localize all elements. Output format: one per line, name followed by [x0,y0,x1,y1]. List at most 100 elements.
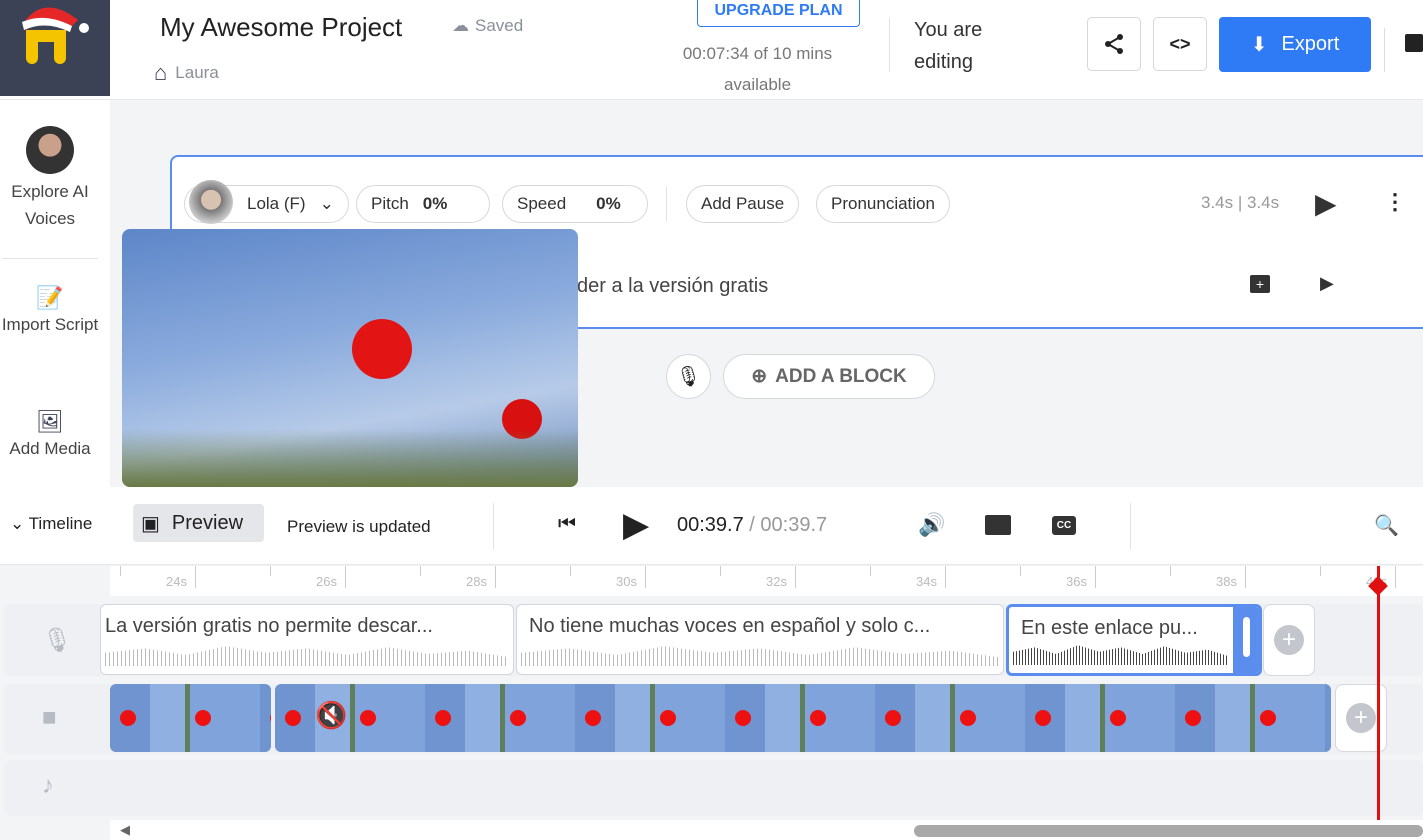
ruler-tick [1245,566,1246,588]
divider [493,503,494,549]
muted-icon[interactable]: 🔇 [315,700,347,731]
poppy-thumbnail [120,710,136,726]
breadcrumb[interactable]: ⌂ Laura [154,60,219,86]
play-block-button[interactable]: ▶ [1315,187,1337,220]
poppy-image [352,319,412,379]
divider [1130,503,1131,549]
ruler-tick [420,566,421,576]
play-button[interactable]: ▶ [623,505,649,545]
audio-clip[interactable]: La versión gratis no permite descar... [100,604,514,675]
export-button[interactable]: ⬇ Export [1219,17,1371,72]
ruler-tick [870,566,871,576]
closed-captions-icon[interactable]: CC [1052,516,1076,535]
monitor-play-icon: ▣ [141,512,160,535]
time-display: 00:39.7 / 00:39.7 [677,514,828,536]
media-icon: 🖼 [36,409,64,434]
video-clip[interactable]: 🔇 [275,684,1331,752]
record-voice-button[interactable]: 🎙 [666,354,711,399]
video-preview[interactable] [122,229,578,487]
block-duration: 3.4s | 3.4s [1201,193,1280,212]
ruler-tick [645,566,646,588]
home-icon: ⌂ [154,60,168,85]
divider [666,187,667,221]
poppy-thumbnail [585,710,601,726]
share-button[interactable] [1087,17,1141,71]
poppy-thumbnail [285,710,301,726]
ruler-label: 34s [916,574,937,589]
comment-icon[interactable] [1405,34,1423,52]
music-note-icon: ♪ [42,772,54,799]
poppy-thumbnail [885,710,901,726]
ruler-tick [570,566,571,576]
resize-handle[interactable] [1233,607,1259,673]
scrollbar-thumb[interactable] [914,825,1423,837]
ruler-tick [1395,566,1396,588]
cloud-check-icon: ☁ [452,16,469,35]
more-options-icon[interactable]: ⋮ [1384,189,1406,215]
audio-clip-selected[interactable]: En este enlace pu... [1006,604,1262,676]
add-comment-icon[interactable]: + [1250,275,1270,293]
ruler-tick [195,566,196,588]
clapperboard-icon[interactable] [985,515,1011,535]
plus-circle-icon: ⊕ [751,366,768,387]
audio-clip[interactable]: No tiene muchas voces en español y solo … [516,604,1004,675]
poppy-thumbnail [435,710,451,726]
horizontal-scrollbar[interactable]: ◀ [110,820,1423,840]
embed-code-button[interactable]: <> [1153,17,1207,71]
sidebar-item-explore-ai-voices[interactable]: Explore AI Voices [0,126,100,232]
code-icon: <> [1169,33,1191,54]
ruler-label: 32s [766,574,787,589]
microphone-icon: 🎙 [42,627,73,654]
app-logo[interactable] [0,0,110,96]
ruler-tick [720,566,721,576]
sidebar-item-import-script[interactable]: 📝 Import Script [0,284,100,338]
play-sentence-button[interactable]: ▶ [1320,273,1334,294]
preview-toggle[interactable]: ▣ Preview [133,504,264,542]
project-title[interactable]: My Awesome Project [160,12,402,43]
pitch-control[interactable]: Pitch 0% [356,185,490,223]
ruler-label: 28s [466,574,487,589]
waveform [521,646,999,666]
video-camera-icon: ■ [42,704,57,731]
poppy-thumbnail [510,710,526,726]
voice-avatar [189,180,233,224]
block-text[interactable]: der a la versión gratis [577,275,768,298]
zoom-icon[interactable]: 🔍 [1374,513,1399,538]
usage-text: 00:07:34 of 10 mins available [682,44,833,94]
scroll-left-arrow[interactable]: ◀ [120,822,130,838]
volume-icon[interactable]: 🔊 [918,512,945,538]
pronunciation-button[interactable]: Pronunciation [816,185,950,223]
poppy-thumbnail [1260,710,1276,726]
upgrade-plan-button[interactable]: UPGRADE PLAN [697,0,860,27]
plus-icon: + [1274,625,1304,655]
poppy-thumbnail [1185,710,1201,726]
poppy-thumbnail [195,710,211,726]
playhead[interactable] [1377,566,1380,820]
add-audio-button[interactable]: + [1263,604,1315,676]
voice-selector[interactable]: Lola (F) ⌄ [184,180,349,224]
time-ruler: 24s26s28s30s32s34s36s38s40s [110,566,1423,596]
chevron-down-icon: ⌄ [10,514,29,533]
add-pause-button[interactable]: Add Pause [686,185,800,223]
poppy-thumbnail [660,710,676,726]
ruler-label: 36s [1066,574,1087,589]
add-block-button[interactable]: ⊕ ADD A BLOCK [723,354,935,399]
poppy-thumbnail [360,710,376,726]
timeline-toggle[interactable]: ⌄ Timeline [10,514,92,534]
poppy-thumbnail [735,710,751,726]
ruler-tick [495,566,496,588]
chevron-down-icon: ⌄ [319,194,334,213]
sidebar: Explore AI Voices 📝 Import Script 🖼 Add … [0,100,110,487]
speed-control[interactable]: Speed 0% [502,185,648,223]
skip-to-start-button[interactable]: ⏮ [558,513,576,536]
download-icon: ⬇ [1250,34,1268,56]
ruler-label: 26s [316,574,337,589]
waveform [105,646,509,666]
preview-status: Preview is updated [287,517,431,536]
video-clip[interactable] [110,684,271,752]
ruler-label: 38s [1216,574,1237,589]
sidebar-item-add-media[interactable]: 🖼 Add Media [0,408,100,462]
ruler-tick [1095,566,1096,588]
divider [889,18,890,72]
ruler-tick [1320,566,1321,576]
